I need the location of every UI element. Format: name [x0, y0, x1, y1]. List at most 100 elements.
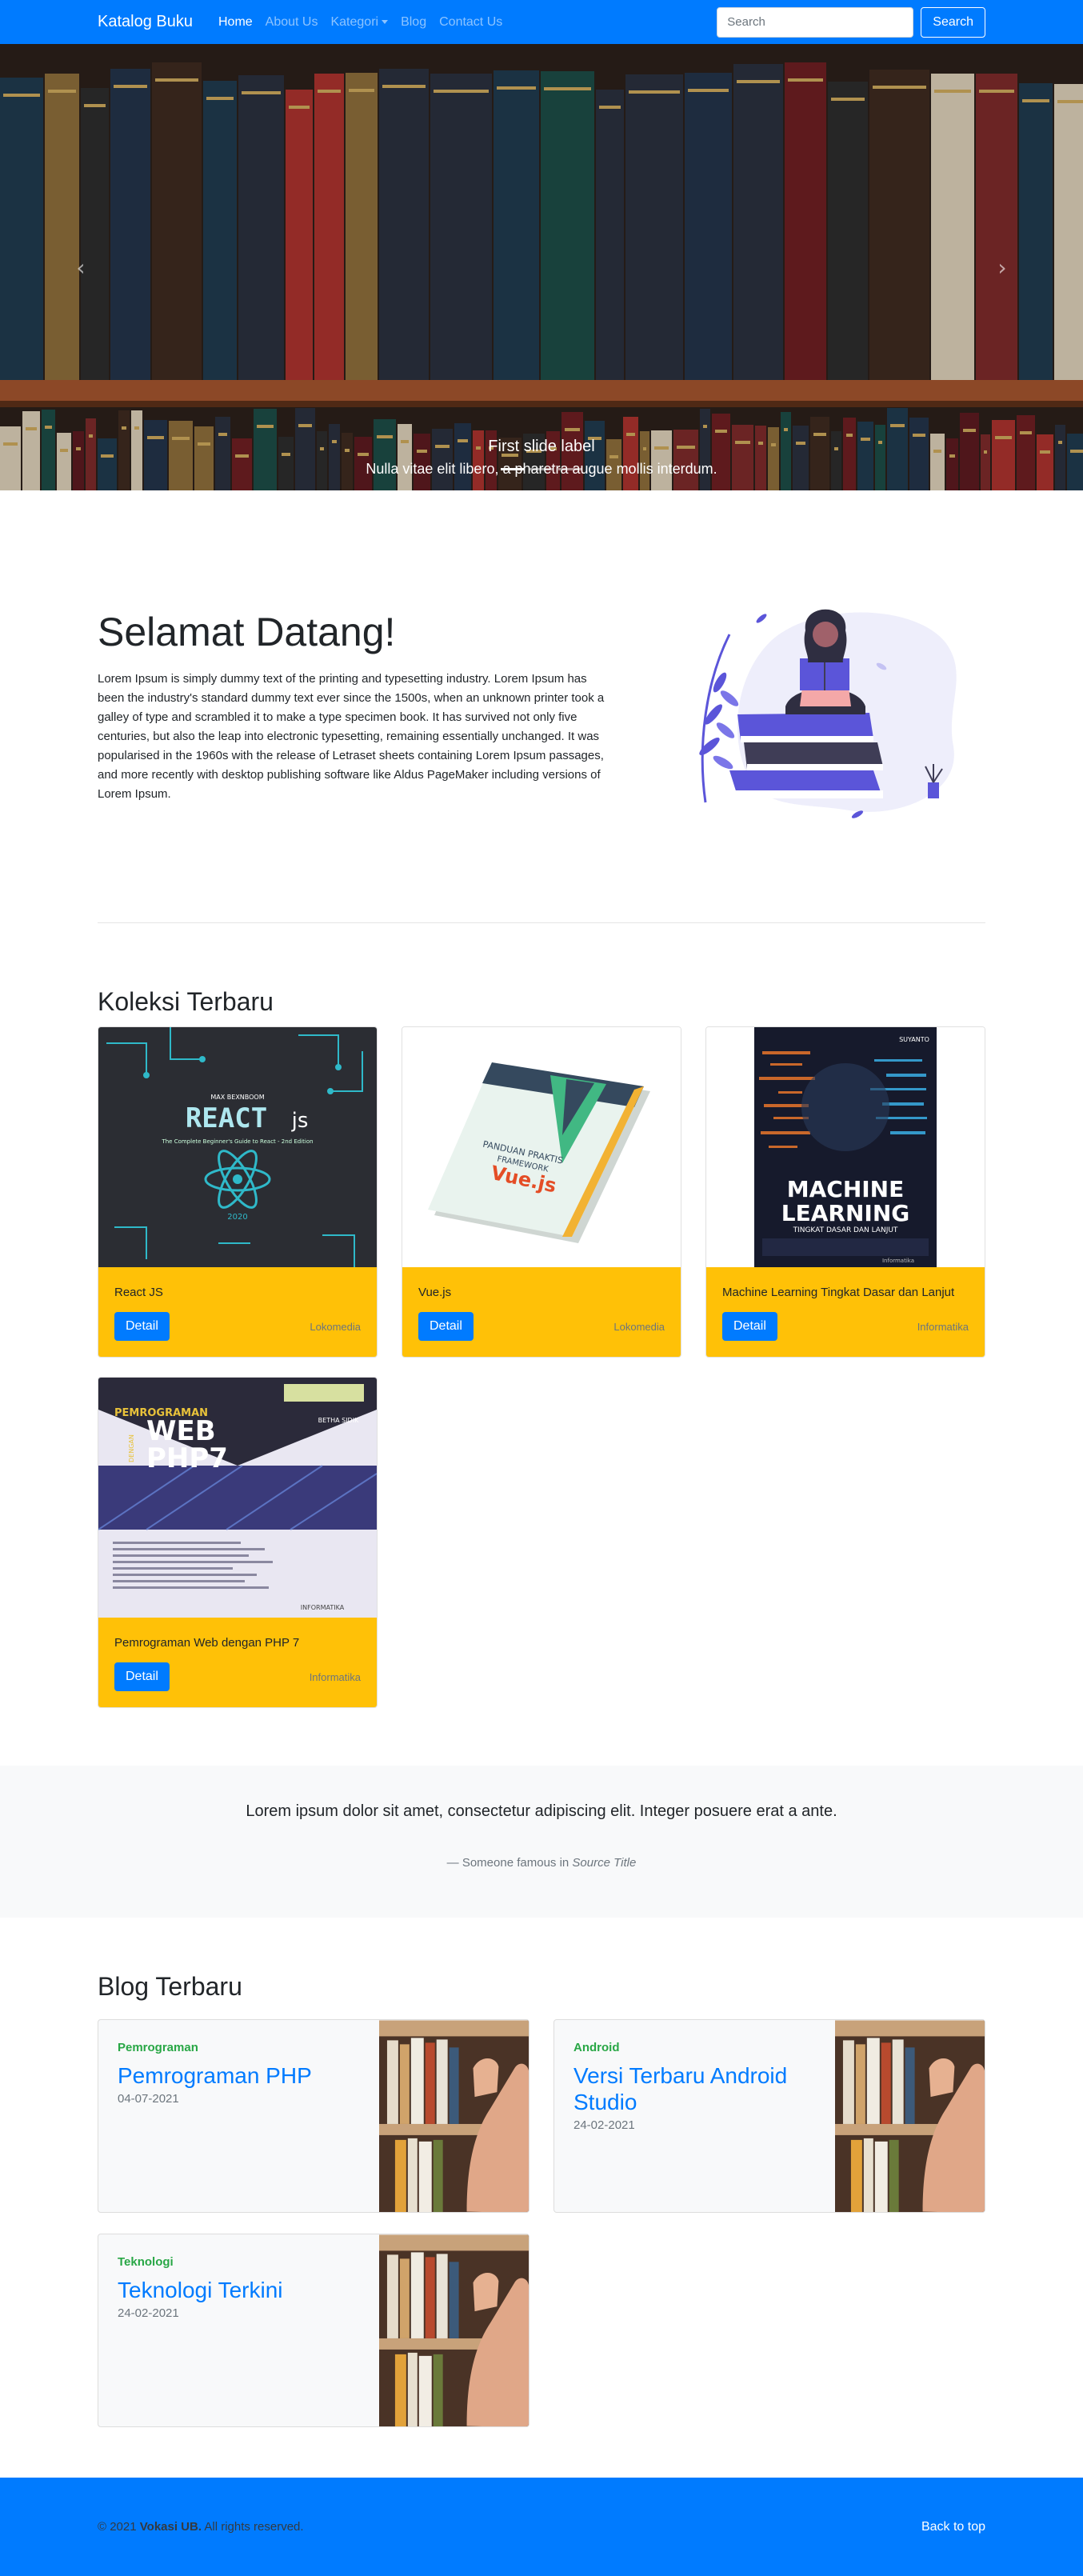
book-cover-react: MAX BEXNBOOM REACT js The Complete Begin…	[98, 1027, 377, 1267]
php-cover-dengan: DENGAN	[128, 1434, 135, 1462]
blog-category: Android	[573, 2041, 620, 2054]
book-title: React JS	[114, 1286, 163, 1299]
book-card-body: Pemrograman Web dengan PHP 7 Detail Info…	[98, 1618, 377, 1707]
blog-card-info: Android Versi Terbaru Android Studio 24-…	[554, 2020, 835, 2212]
react-cover-js: js	[291, 1109, 309, 1133]
blog-card-info: Pemrograman Pemrograman PHP 04-07-2021	[98, 2020, 379, 2212]
blog-thumbnail	[378, 2234, 529, 2426]
book-card-body: Vue.js Detail Lokomedia	[402, 1267, 681, 1357]
detail-button[interactable]: Detail	[722, 1312, 777, 1341]
react-cover-author: MAX BEXNBOOM	[210, 1094, 264, 1101]
book-card: PEMROGRAMAN WEB DENGAN PHP7 BETHA SIDIK …	[98, 1377, 378, 1708]
vue-cover-image: PANDUAN PRAKTIS FRAMEWORK Vue.js	[402, 1027, 681, 1267]
book-cover-vue: PANDUAN PRAKTIS FRAMEWORK Vue.js	[402, 1027, 681, 1267]
detail-button[interactable]: Detail	[114, 1662, 170, 1691]
book-publisher: Informatika	[309, 1670, 361, 1683]
react-cover-subtitle: The Complete Beginner's Guide to React -…	[161, 1138, 313, 1145]
blog-post-title[interactable]: Pemrograman PHP	[118, 2062, 360, 2089]
carousel-indicator-1[interactable]	[501, 468, 525, 470]
blog-grid: Pemrograman Pemrograman PHP 04-07-2021 A…	[98, 2019, 985, 2427]
quote-text: Lorem ipsum dolor sit amet, consectetur …	[246, 1802, 837, 1820]
book-card-footer: Detail Lokomedia	[418, 1312, 665, 1341]
book-cover-php: PEMROGRAMAN WEB DENGAN PHP7 BETHA SIDIK …	[98, 1378, 377, 1618]
ml-cover-author: SUYANTO	[899, 1036, 929, 1043]
hero-carousel: ‹ › First slide label Nulla vitae elit l…	[0, 44, 1083, 490]
react-cover-word: REACT	[186, 1102, 267, 1134]
blog-card-info: Teknologi Teknologi Terkini 24-02-2021	[98, 2234, 379, 2426]
nav-home[interactable]: Home	[218, 15, 253, 30]
ml-cover-line-1: MACHINE	[787, 1176, 905, 1202]
book-publisher: Informatika	[917, 1320, 969, 1333]
caret-down-icon	[382, 19, 389, 24]
footer-copyright: © 2021 Vokasi UB. All rights reserved.	[98, 2520, 304, 2534]
blog-card[interactable]: Teknologi Teknologi Terkini 24-02-2021	[98, 2234, 530, 2427]
carousel-indicator-2[interactable]	[530, 468, 553, 470]
book-grid: MAX BEXNBOOM REACT js The Complete Begin…	[98, 1026, 985, 1708]
nav-kategori-dropdown[interactable]: Kategori	[330, 14, 389, 30]
quote-author: — Someone famous in	[446, 1856, 569, 1870]
welcome-text-block: Selamat Datang! Lorem Ipsum is simply du…	[98, 609, 609, 804]
book-card: PANDUAN PRAKTIS FRAMEWORK Vue.js Vue.js …	[402, 1026, 681, 1358]
blog-thumbnail	[834, 2020, 985, 2212]
koleksi-section: Koleksi Terbaru MAX BEXNBOOM REACT js Th…	[0, 923, 1083, 1708]
book-publisher: Lokomedia	[310, 1320, 361, 1333]
blog-post-date: 04-07-2021	[118, 2092, 179, 2106]
nav-kategori-label: Kategori	[330, 14, 379, 29]
blog-post-date: 24-02-2021	[573, 2118, 635, 2132]
book-card: MAX BEXNBOOM REACT js The Complete Begin…	[98, 1026, 378, 1358]
quote-section: Lorem ipsum dolor sit amet, consectetur …	[0, 1766, 1083, 1918]
back-to-top-link[interactable]: Back to top	[921, 2520, 985, 2534]
php-cover-line-3: PHP7	[146, 1442, 228, 1474]
carousel-next-button[interactable]: ›	[921, 44, 1083, 490]
detail-button[interactable]: Detail	[418, 1312, 474, 1341]
chevron-right-icon: ›	[997, 254, 1007, 281]
carousel-indicator-3[interactable]	[558, 468, 582, 470]
book-title: Machine Learning Tingkat Dasar dan Lanju…	[722, 1286, 955, 1299]
chevron-left-icon: ‹	[76, 254, 86, 281]
nav-links: Home About Us Kategori Blog Contact Us	[218, 15, 515, 30]
copyright-owner: Vokasi UB.	[139, 2520, 202, 2534]
blog-category: Teknologi	[118, 2255, 174, 2269]
book-card-body: React JS Detail Lokomedia	[98, 1267, 377, 1357]
book-card-body: Machine Learning Tingkat Dasar dan Lanju…	[706, 1267, 985, 1357]
blog-card[interactable]: Pemrograman Pemrograman PHP 04-07-2021	[98, 2019, 530, 2213]
carousel-prev-button[interactable]: ‹	[0, 44, 162, 490]
react-cover-image: MAX BEXNBOOM REACT js The Complete Begin…	[98, 1027, 377, 1267]
search-button[interactable]: Search	[921, 6, 985, 38]
php-cover-author: BETHA SIDIK	[318, 1417, 359, 1424]
book-card-footer: Detail Lokomedia	[114, 1312, 361, 1341]
blog-post-title[interactable]: Versi Terbaru Android Studio	[573, 2062, 816, 2115]
nav-contact-us[interactable]: Contact Us	[439, 15, 502, 30]
php-cover-publisher: INFORMATIKA	[301, 1604, 345, 1611]
nav-about-us[interactable]: About Us	[266, 15, 318, 30]
brand-link[interactable]: Katalog Buku	[98, 13, 193, 31]
blog-section: Blog Terbaru Pemrograman Pemrograman PHP…	[0, 1918, 1083, 2427]
book-title: Vue.js	[418, 1286, 452, 1299]
carousel-caption: First slide label Nulla vitae elit liber…	[0, 438, 1083, 478]
welcome-paragraph: Lorem Ipsum is simply dummy text of the …	[98, 672, 605, 801]
reading-woman-illustration	[699, 609, 957, 818]
copyright-rest: All rights reserved.	[204, 2520, 304, 2534]
caption-title: First slide label	[488, 438, 595, 455]
blog-thumbnail	[378, 2020, 529, 2212]
welcome-title: Selamat Datang!	[98, 610, 396, 654]
welcome-section: Selamat Datang! Lorem Ipsum is simply du…	[0, 490, 1083, 922]
blog-post-title[interactable]: Teknologi Terkini	[118, 2277, 360, 2303]
copyright-year: © 2021	[98, 2520, 137, 2534]
react-cover-year: 2020	[227, 1213, 247, 1222]
ml-cover-subtitle: TINGKAT DASAR DAN LANJUT	[793, 1226, 898, 1234]
book-card: SUYANTO MACHINE LEARNING TINGKAT DASAR D…	[705, 1026, 985, 1358]
bookshelf-photo	[0, 44, 1083, 490]
nav-blog[interactable]: Blog	[401, 15, 426, 30]
detail-button[interactable]: Detail	[114, 1312, 170, 1341]
ml-cover-publisher: Informatika	[882, 1258, 914, 1264]
search-input[interactable]	[717, 6, 914, 38]
book-card-footer: Detail Informatika	[722, 1312, 969, 1341]
blog-card[interactable]: Android Versi Terbaru Android Studio 24-…	[553, 2019, 985, 2213]
footer: © 2021 Vokasi UB. All rights reserved. B…	[0, 2478, 1083, 2576]
book-card-footer: Detail Informatika	[114, 1662, 361, 1691]
navbar: Katalog Buku Home About Us Kategori Blog…	[0, 0, 1083, 44]
search-form: Search	[717, 6, 985, 38]
quote-source: Source Title	[572, 1856, 637, 1870]
book-cover-ml: SUYANTO MACHINE LEARNING TINGKAT DASAR D…	[706, 1027, 985, 1267]
